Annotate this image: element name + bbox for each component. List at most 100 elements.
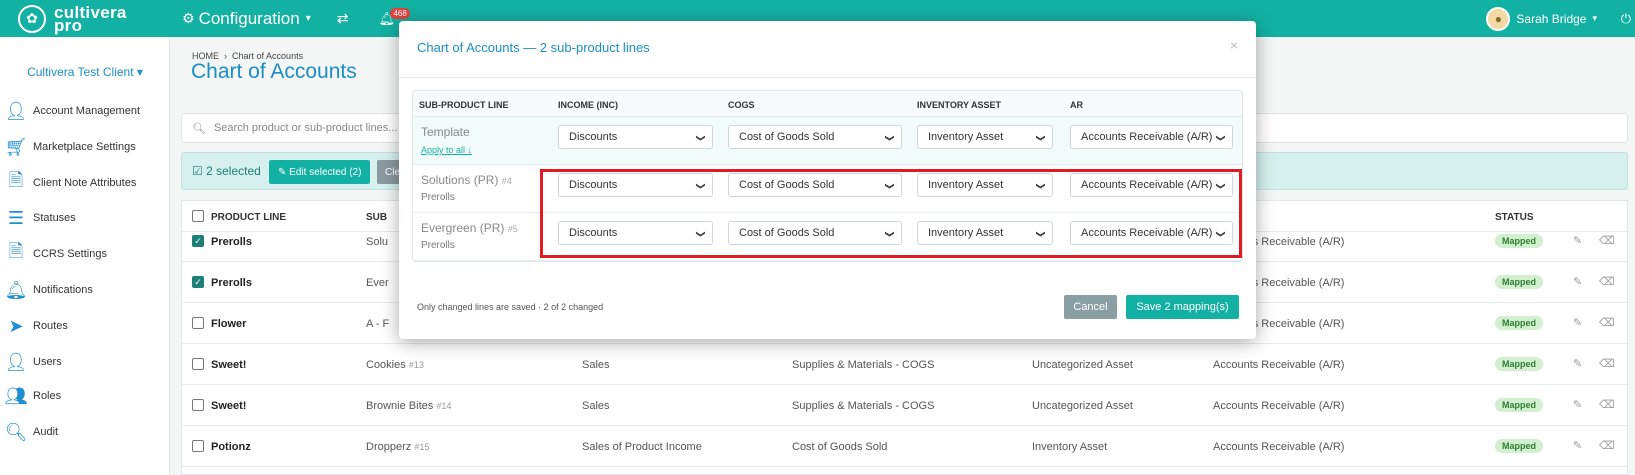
- send-icon: ➤: [8, 315, 24, 336]
- chevron-down-icon: ❯: [1036, 134, 1047, 142]
- sidebar: Cultivera Test Client ▾ 👤︎ Account Manage…: [0, 37, 170, 475]
- row-checkbox[interactable]: [192, 440, 204, 452]
- user-icon: 👤︎: [4, 351, 28, 372]
- close-icon[interactable]: ×: [1230, 37, 1238, 53]
- client-selector[interactable]: Cultivera Test Client ▾: [0, 65, 170, 79]
- sidebar-item-ccrs-settings[interactable]: 🗎 CCRS Settings: [6, 241, 107, 266]
- sub-product-name: Solutions (PR) #4: [421, 173, 512, 187]
- ar-account: Accounts Receivable (A/R): [1213, 400, 1345, 412]
- sidebar-item-marketplace-settings[interactable]: 🛒︎ Marketplace Settings: [4, 135, 136, 159]
- status-badge: Mapped: [1495, 234, 1544, 248]
- cart-icon: 🛒︎: [4, 136, 28, 157]
- eraser-icon[interactable]: ⌫: [1599, 316, 1615, 329]
- edit-icon[interactable]: ✎: [1573, 439, 1582, 452]
- cancel-button[interactable]: Cancel: [1064, 295, 1117, 319]
- sub-product: Ever: [366, 277, 389, 289]
- sidebar-item-account-management[interactable]: 👤︎ Account Management: [5, 99, 140, 123]
- status-badge: Mapped: [1495, 357, 1544, 371]
- eraser-icon[interactable]: ⌫: [1599, 275, 1615, 288]
- eraser-icon[interactable]: ⌫: [1599, 398, 1615, 411]
- edit-icon[interactable]: ✎: [1573, 398, 1582, 411]
- row-checkbox[interactable]: [192, 399, 204, 411]
- template-label: Template: [421, 125, 470, 139]
- sub-product: Solu: [366, 236, 389, 248]
- col-inventory-asset: INVENTORY ASSET: [917, 100, 1002, 110]
- status-badge: Mapped: [1495, 439, 1544, 453]
- product-line: Prerolls: [211, 236, 252, 248]
- parent-product-line: Prerolls: [421, 192, 455, 203]
- sidebar-item-statuses[interactable]: ☰ Statuses: [6, 206, 76, 230]
- user-name: Sarah Bridge: [1516, 11, 1587, 26]
- bell-icon[interactable]: 🔔︎ 468: [378, 7, 410, 27]
- search-icon: 🔍︎: [4, 421, 28, 442]
- search-icon: 🔍︎: [192, 122, 206, 135]
- edit-icon[interactable]: ✎: [1573, 316, 1582, 329]
- sidebar-item-client-note-attributes[interactable]: 🗎 Client Note Attributes: [6, 170, 137, 195]
- sidebar-item-audit[interactable]: 🔍︎ Audit: [4, 420, 59, 444]
- sub-product: A - F: [366, 318, 390, 330]
- asset-account: Uncategorized Asset: [1032, 400, 1133, 412]
- sidebar-item-roles[interactable]: 👥︎ Roles: [4, 384, 62, 408]
- edit-icon[interactable]: ✎: [1573, 234, 1582, 247]
- save-mappings-button[interactable]: Save 2 mapping(s): [1126, 295, 1239, 319]
- apply-to-all-link[interactable]: Apply to all ↓: [421, 145, 472, 155]
- user-menu[interactable]: ● Sarah Bridge ▾: [1486, 0, 1597, 37]
- brand-logo[interactable]: ✿ cultivera pro: [18, 2, 127, 35]
- row-checkbox[interactable]: [192, 317, 204, 329]
- sidebar-item-users[interactable]: 👤︎ Users: [4, 350, 62, 374]
- template-income-select[interactable]: Discounts ❯: [558, 125, 713, 149]
- sub-product: Dropperz #15: [366, 441, 430, 453]
- selected-count: ☑ 2 selected: [192, 164, 261, 178]
- notification-badge: 468: [390, 7, 410, 19]
- table-row[interactable]: Sweet! Brownie Bites #14 Sales Supplies …: [182, 385, 1627, 426]
- edit-selected-button[interactable]: ✎ Edit selected (2): [269, 160, 371, 184]
- group-icon: 👥︎: [4, 385, 28, 406]
- col-ar: AR: [1070, 100, 1083, 110]
- document-icon: 🗎: [8, 241, 24, 261]
- chevron-down-icon: ❯: [1216, 134, 1227, 142]
- pencil-icon: ✎: [278, 166, 290, 178]
- chevron-down-icon: ❯: [696, 134, 707, 142]
- eraser-icon[interactable]: ⌫: [1599, 234, 1615, 247]
- eraser-icon[interactable]: ⌫: [1599, 357, 1615, 370]
- table-row[interactable]: Sweet! Cookies #13 Sales Supplies & Mate…: [182, 344, 1627, 385]
- gear-icon: ⚙: [182, 10, 195, 26]
- status-badge: Mapped: [1495, 275, 1544, 289]
- template-ar-select[interactable]: Accounts Receivable (A/R) ❯: [1070, 125, 1233, 149]
- row-checkbox[interactable]: ✓: [192, 235, 204, 247]
- sidebar-item-notifications[interactable]: 🔔︎ Notifications: [4, 278, 93, 302]
- chevron-down-icon: ▾: [1592, 13, 1597, 23]
- configuration-menu[interactable]: Configuration: [199, 9, 300, 29]
- page-title: Chart of Accounts: [191, 60, 357, 83]
- income-account: Sales: [582, 359, 610, 371]
- product-line: Flower: [211, 318, 247, 330]
- income-account: Sales: [582, 400, 610, 412]
- parent-product-line: Prerolls: [421, 240, 455, 251]
- chevron-down-icon: ❯: [885, 134, 896, 142]
- edit-icon[interactable]: ✎: [1573, 275, 1582, 288]
- search-placeholder: Search product or sub-product lines...: [213, 122, 398, 134]
- list-icon: ☰: [7, 207, 25, 228]
- cogs-account: Supplies & Materials - COGS: [792, 400, 935, 412]
- table-row[interactable]: Potionz Dropperz #15 Sales of Product In…: [182, 426, 1627, 467]
- leaf-icon: ✿: [18, 4, 46, 33]
- eraser-icon[interactable]: ⌫: [1599, 439, 1615, 452]
- ar-account: Accounts Receivable (A/R): [1213, 359, 1345, 371]
- bell-icon: 🔔︎: [4, 279, 28, 300]
- divider: [399, 77, 1256, 78]
- edit-icon[interactable]: ✎: [1573, 357, 1582, 370]
- template-asset-select[interactable]: Inventory Asset ❯: [917, 125, 1053, 149]
- row-checkbox[interactable]: ✓: [192, 276, 204, 288]
- swap-icon[interactable]: ⇄: [337, 10, 349, 27]
- template-cogs-select[interactable]: Cost of Goods Sold ❯: [728, 125, 902, 149]
- row-checkbox[interactable]: [192, 358, 204, 370]
- sidebar-item-routes[interactable]: ➤ Routes: [6, 314, 67, 338]
- top-nav: ⚙ Configuration ▾ ⇄ 🔔︎ 468: [182, 0, 410, 37]
- income-account: Sales of Product Income: [582, 441, 702, 453]
- col-sub-product-line: SUB-PRODUCT LINE: [419, 100, 509, 110]
- power-icon[interactable]: ⏻: [1621, 11, 1631, 27]
- avatar: ●: [1486, 6, 1511, 31]
- chevron-down-icon: ▾: [305, 13, 311, 24]
- product-line: Prerolls: [211, 277, 252, 289]
- product-line: Potionz: [211, 441, 251, 453]
